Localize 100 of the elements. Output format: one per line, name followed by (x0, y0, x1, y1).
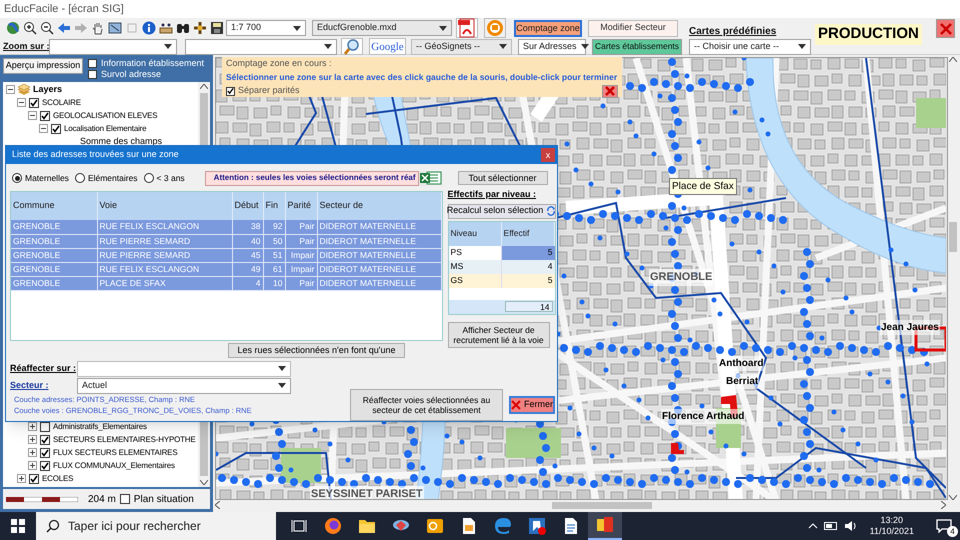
tree-item[interactable]: SECTEURS ELEMENTAIRES-HYPOTHE (53, 434, 196, 446)
count-zone-button[interactable]: Comptage zone (514, 20, 582, 36)
expand-icon[interactable] (28, 435, 37, 444)
checkbox[interactable] (120, 494, 130, 504)
full-extent-icon[interactable] (108, 21, 122, 35)
recalculate-button[interactable]: Recalcul selon sélection (448, 204, 556, 218)
column-header[interactable]: Parité (285, 192, 317, 220)
reassign-label: Réaffecter sur : (10, 362, 74, 375)
print-preview-button[interactable]: Aperçu impression (3, 58, 83, 74)
battery-icon[interactable] (824, 522, 838, 530)
table-cell: GRENOBLE (11, 276, 97, 290)
search-field[interactable]: Taper ici pour rechercher (36, 512, 276, 540)
checkbox[interactable] (29, 474, 39, 484)
expand-icon[interactable] (28, 461, 37, 470)
info-icon[interactable] (142, 21, 156, 35)
radio-button[interactable] (74, 173, 85, 183)
hand-icon[interactable] (91, 21, 105, 35)
clock-date[interactable]: 11/10/2021 (870, 526, 914, 537)
spreadsheet-icon[interactable] (418, 170, 443, 186)
search-mode-dropdown[interactable]: Sur Adresses (518, 38, 586, 54)
clock-time[interactable]: 13:20 (880, 515, 904, 526)
checkbox[interactable] (88, 70, 97, 79)
scroll-up-icon[interactable] (200, 84, 208, 89)
modify-sector-button[interactable]: Modifier Secteur (588, 20, 678, 36)
merge-streets-button[interactable]: Les rues sélectionnées n'en font qu'une (228, 343, 405, 358)
collapse-icon[interactable] (39, 124, 48, 133)
checkbox[interactable] (40, 110, 50, 120)
close-button[interactable]: x (541, 148, 555, 162)
scroll-right-icon[interactable] (941, 501, 946, 509)
zoom-label: Zoom sur : (3, 40, 49, 53)
tree-item[interactable]: Somme des champs (62, 134, 162, 148)
column-header[interactable]: Voie (97, 192, 232, 220)
google-button[interactable]: Google (369, 38, 406, 55)
dropdown-caret-icon (798, 44, 806, 49)
checkbox[interactable] (40, 422, 50, 432)
select-all-button[interactable]: Tout sélectionner (458, 171, 548, 185)
collapse-icon[interactable] (17, 98, 26, 107)
column-header[interactable]: Secteur de (317, 192, 441, 220)
headcount-row[interactable]: GS 5 (448, 274, 555, 288)
tree-item[interactable]: GEOLOCALISATION ELEVES (53, 110, 158, 122)
scroll-down-icon[interactable] (949, 495, 957, 500)
tree-item[interactable]: FLUX COMMUNAUX_Elementaires (53, 460, 175, 472)
radio-button[interactable] (12, 173, 22, 183)
scrollbar-thumb[interactable] (552, 502, 652, 508)
globe-icon[interactable] (6, 21, 20, 35)
search-icon[interactable] (341, 38, 363, 55)
document-dropdown[interactable]: EducfGrenoble.mxd (312, 20, 452, 36)
scroll-up-icon[interactable] (949, 57, 957, 62)
pdf-icon[interactable] (456, 18, 478, 38)
scroll-down-icon[interactable] (200, 480, 208, 485)
bookmarks-dropdown[interactable]: -- GéoSignets -- (411, 38, 512, 54)
school-maps-button[interactable]: Cartes établissements (592, 38, 682, 54)
map-choice-dropdown[interactable]: -- Choisir une carte -- (689, 38, 811, 54)
save-icon[interactable] (210, 21, 224, 35)
reassign-button[interactable]: Réaffecter voies sélectionnées au secteur de cet établissement (350, 389, 503, 421)
binoculars-icon[interactable] (176, 21, 190, 35)
collapse-icon[interactable] (28, 111, 37, 120)
tree-item[interactable]: FLUX SECTEURS ELEMENTAIRES (53, 446, 178, 458)
checkbox[interactable] (88, 59, 97, 68)
back-arrow-icon[interactable] (57, 21, 71, 35)
school-label: Jean Jaures (880, 320, 940, 335)
checkbox[interactable] (40, 434, 50, 444)
tree-item[interactable]: Administratifs_Elementaires (53, 420, 147, 432)
scale-dropdown[interactable]: 1:7 700 (226, 20, 306, 36)
scroll-left-icon[interactable] (215, 501, 220, 509)
checkbox[interactable] (40, 460, 50, 470)
expand-icon[interactable] (28, 448, 37, 457)
chevron-up-icon[interactable] (808, 523, 818, 529)
checkbox[interactable] (51, 124, 61, 134)
tree-item[interactable]: Localisation Elementaire (64, 122, 146, 134)
zoom-in-icon[interactable] (23, 21, 37, 35)
tree-item[interactable]: Layers (33, 82, 62, 96)
column-header[interactable]: Début (232, 192, 263, 220)
notification-icon[interactable] (936, 519, 952, 533)
zoom-out-icon[interactable] (40, 21, 54, 35)
radio-button[interactable] (144, 173, 154, 183)
tree-item[interactable]: SCOLAIRE (42, 96, 81, 108)
column-header[interactable]: Commune (11, 192, 97, 220)
table-cell: GRENOBLE (11, 248, 97, 262)
checkbox[interactable] (226, 86, 235, 96)
headcount-row[interactable]: MS 4 (448, 260, 555, 274)
sector-dropdown[interactable]: Actuel (77, 378, 291, 394)
expand-icon[interactable] (17, 474, 26, 483)
expand-icon[interactable] (28, 422, 37, 431)
speaker-icon[interactable] (844, 520, 858, 532)
checkbox[interactable] (40, 448, 50, 458)
collapse-icon[interactable] (6, 85, 15, 94)
active-app-icon[interactable] (588, 512, 622, 540)
show-sector-button[interactable]: Afficher Secteur de recrutement lié à la voie (448, 322, 550, 348)
window-title: EducFacile - [écran SIG] (4, 2, 124, 17)
table-cell: GRENOBLE (11, 262, 97, 276)
close-icon[interactable] (602, 84, 618, 98)
close-button[interactable]: Fermer (509, 396, 555, 414)
tree-item[interactable]: ECOLES (42, 472, 74, 484)
checkbox[interactable] (29, 98, 39, 108)
headcount-row[interactable]: PS 5 (448, 246, 555, 260)
scrollbar-thumb[interactable] (949, 222, 957, 252)
column-header[interactable]: Fin (263, 192, 285, 220)
scale-label: 204 m (88, 492, 116, 506)
plus-cross-icon[interactable] (193, 21, 207, 35)
